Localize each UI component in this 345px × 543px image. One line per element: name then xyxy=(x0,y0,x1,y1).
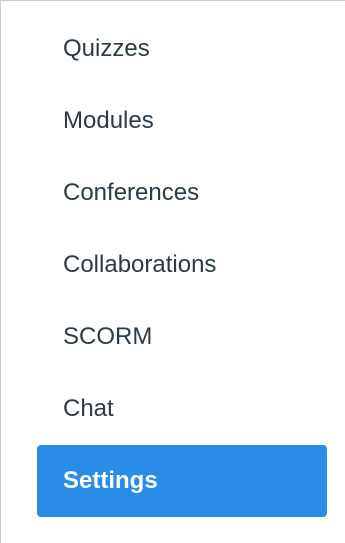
nav-item-label: SCORM xyxy=(63,323,153,350)
nav-item-settings[interactable]: Settings xyxy=(37,445,327,517)
nav-item-label: Quizzes xyxy=(63,35,150,62)
course-navigation-list: Quizzes Modules Conferences Collaboratio… xyxy=(37,13,327,517)
nav-item-quizzes[interactable]: Quizzes xyxy=(37,13,327,85)
nav-item-label: Settings xyxy=(63,467,158,494)
nav-item-collaborations[interactable]: Collaborations xyxy=(37,229,327,301)
nav-item-chat[interactable]: Chat xyxy=(37,373,327,445)
nav-item-label: Collaborations xyxy=(63,251,217,278)
nav-item-conferences[interactable]: Conferences xyxy=(37,157,327,229)
nav-item-label: Chat xyxy=(63,395,114,422)
nav-item-modules[interactable]: Modules xyxy=(37,85,327,157)
nav-item-label: Conferences xyxy=(63,179,200,206)
course-navigation-panel: Quizzes Modules Conferences Collaboratio… xyxy=(0,0,345,543)
nav-item-scorm[interactable]: SCORM xyxy=(37,301,327,373)
nav-item-label: Modules xyxy=(63,107,154,134)
